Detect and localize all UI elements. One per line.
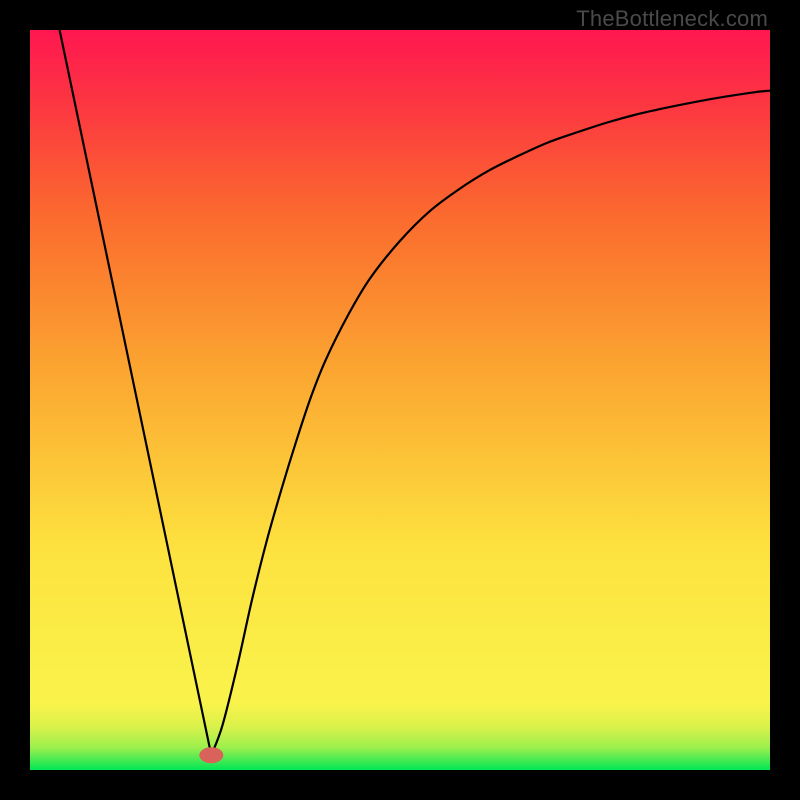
plot-area — [30, 30, 770, 770]
plot-svg — [30, 30, 770, 770]
watermark-text: TheBottleneck.com — [576, 6, 768, 32]
minimum-marker — [199, 747, 223, 763]
chart-frame: TheBottleneck.com — [0, 0, 800, 800]
gradient-background — [30, 30, 770, 770]
